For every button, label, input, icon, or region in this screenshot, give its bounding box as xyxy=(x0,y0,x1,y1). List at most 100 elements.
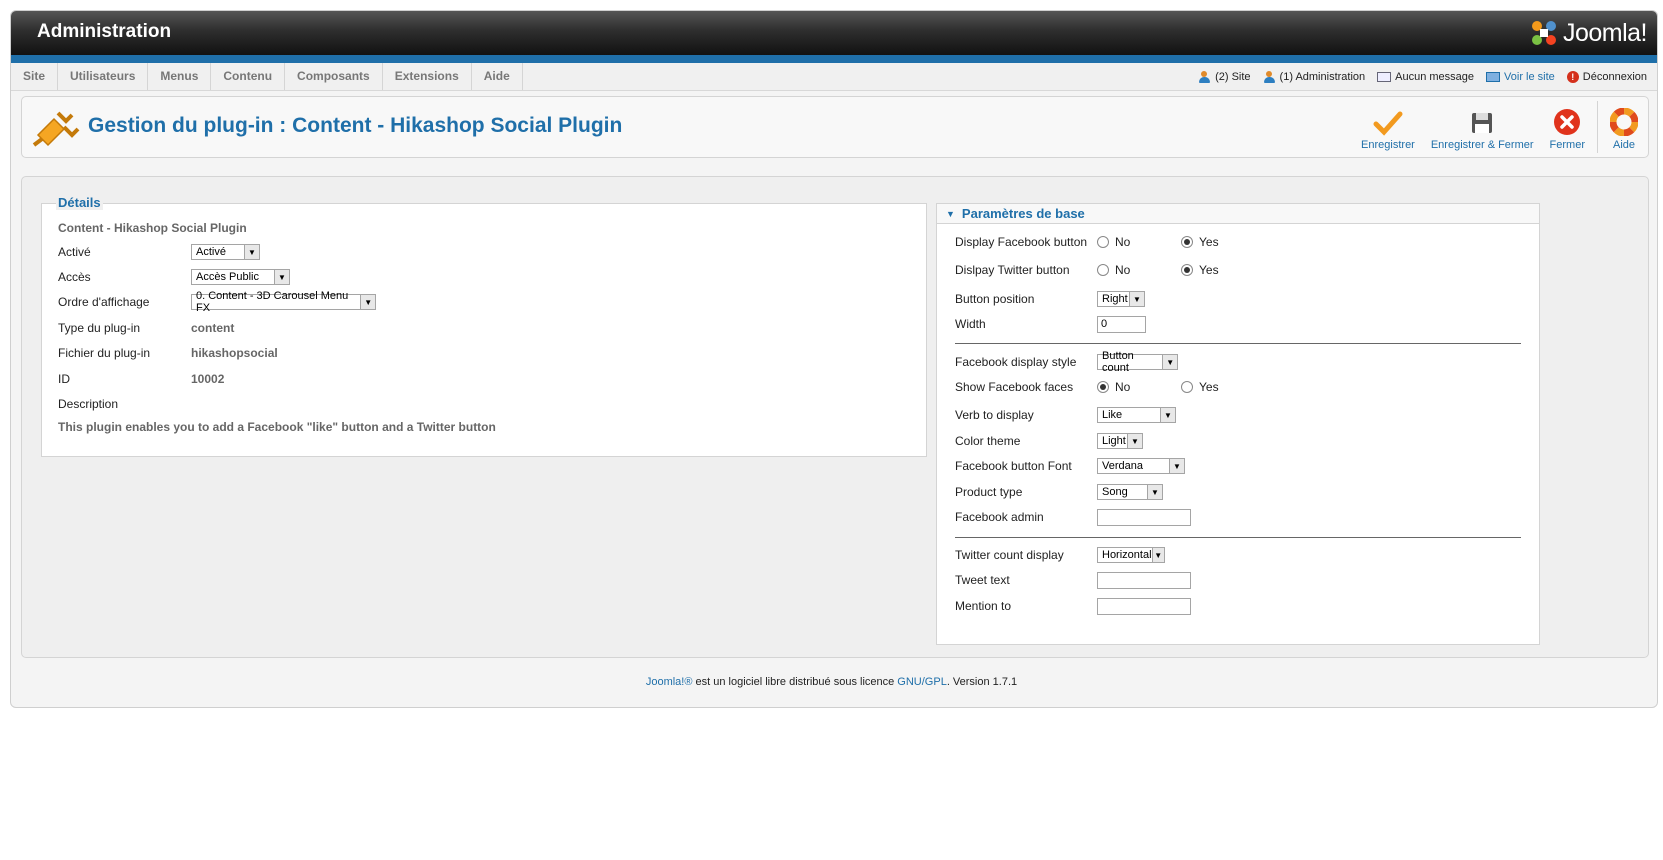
params-header-label: Paramètres de base xyxy=(961,206,1085,221)
color-theme-value: Light xyxy=(1102,435,1126,447)
ordering-select[interactable]: 0. Content - 3D Carousel Menu FX ▼ xyxy=(191,290,376,314)
twitter-count-select[interactable]: Horizontal ▼ xyxy=(1097,547,1165,563)
radio-checked-icon xyxy=(1097,381,1109,393)
admin-frame: Administration Joomla! Site Utilisateurs… xyxy=(10,10,1658,708)
params-header[interactable]: ▼ Paramètres de base xyxy=(937,204,1539,224)
fb-admin-input[interactable] xyxy=(1097,508,1191,526)
file-label: Fichier du plug-in xyxy=(58,346,151,360)
basic-params-panel: ▼ Paramètres de base Display Facebook bu… xyxy=(936,203,1540,645)
ordering-row: Ordre d'affichage 0. Content - 3D Carous… xyxy=(58,290,918,314)
mention-to-label: Mention to xyxy=(955,599,1012,613)
menu-item-content[interactable]: Contenu xyxy=(211,63,286,90)
admin-title: Administration xyxy=(37,21,172,42)
chevron-down-icon: ▼ xyxy=(274,270,289,284)
save-button[interactable]: Enregistrer xyxy=(1353,101,1423,151)
product-type-select[interactable]: Song ▼ xyxy=(1097,484,1163,500)
width-row: Width xyxy=(955,313,1146,335)
fb-font-label: Facebook button Font xyxy=(955,459,1072,473)
site-users-status[interactable]: (2) Site xyxy=(1198,70,1251,83)
close-icon xyxy=(1554,109,1581,135)
show-fb-faces-label: Show Facebook faces xyxy=(955,380,1074,394)
width-input[interactable] xyxy=(1097,315,1146,333)
menu-item-site[interactable]: Site xyxy=(11,63,59,90)
file-value: hikashopsocial xyxy=(191,346,278,360)
fb-admin-row: Facebook admin xyxy=(955,506,1191,528)
fb-font-select[interactable]: Verdana ▼ xyxy=(1097,458,1185,474)
menu-item-users[interactable]: Utilisateurs xyxy=(58,63,149,90)
verb-row: Verb to display Like ▼ xyxy=(955,404,1176,426)
product-type-label: Product type xyxy=(955,485,1023,499)
menu-bar: Site Utilisateurs Menus Contenu Composan… xyxy=(11,63,1657,91)
type-row: Type du plug-in content xyxy=(58,318,918,338)
show-fb-faces-yes[interactable]: Yes xyxy=(1181,380,1265,394)
messages-status[interactable]: Aucun message xyxy=(1377,71,1474,83)
chevron-down-icon: ▼ xyxy=(360,295,375,309)
menu-item-menus[interactable]: Menus xyxy=(148,63,212,90)
save-label: Enregistrer xyxy=(1361,139,1415,151)
logout-label: Déconnexion xyxy=(1582,70,1647,83)
description-row: Description xyxy=(58,394,918,414)
product-type-value: Song xyxy=(1102,486,1128,498)
verb-select[interactable]: Like ▼ xyxy=(1097,407,1176,423)
floppy-disk-icon xyxy=(1472,113,1493,133)
fb-display-style-select[interactable]: Button count ▼ xyxy=(1097,350,1178,374)
admin-users-status[interactable]: (1) Administration xyxy=(1263,70,1366,83)
logout-link[interactable]: ! Déconnexion xyxy=(1566,70,1647,83)
ordering-value: 0. Content - 3D Carousel Menu FX xyxy=(196,290,349,314)
save-close-button[interactable]: Enregistrer & Fermer xyxy=(1423,101,1542,151)
display-twitter-no[interactable]: No xyxy=(1097,263,1181,277)
enabled-select[interactable]: Activé ▼ xyxy=(191,244,260,260)
id-row: ID 10002 xyxy=(58,369,918,389)
show-fb-faces-row: Show Facebook faces No Yes xyxy=(955,376,1265,398)
access-select[interactable]: Accès Public ▼ xyxy=(191,269,290,285)
joomla-link[interactable]: Joomla!® xyxy=(646,676,693,688)
display-facebook-row: Display Facebook button No Yes xyxy=(955,231,1265,253)
details-fieldset: Détails Content - Hikashop Social Plugin… xyxy=(41,195,927,457)
show-fb-faces-no[interactable]: No xyxy=(1097,380,1181,394)
id-label: ID xyxy=(58,372,70,386)
toolbar-buttons: Enregistrer Enregistrer & Fermer Fermer xyxy=(1353,101,1646,153)
menu-item-help[interactable]: Aide xyxy=(472,63,523,90)
mention-to-input[interactable] xyxy=(1097,597,1191,615)
fb-display-style-value: Button count xyxy=(1102,350,1134,374)
view-site-label: Voir le site xyxy=(1504,70,1555,83)
menu-item-components[interactable]: Composants xyxy=(285,63,383,90)
status-bar: (2) Site (1) Administration Aucun messag… xyxy=(1186,63,1647,90)
chevron-down-icon: ▼ xyxy=(244,245,259,259)
display-facebook-no[interactable]: No xyxy=(1097,235,1181,249)
radio-icon xyxy=(1181,381,1193,393)
radio-label: Yes xyxy=(1199,263,1219,277)
radio-checked-icon xyxy=(1181,236,1193,248)
users-icon xyxy=(1198,70,1211,83)
site-users-count: (2) Site xyxy=(1215,70,1251,83)
radio-icon xyxy=(1097,264,1109,276)
messages-count: Aucun message xyxy=(1395,70,1475,83)
radio-label: Yes xyxy=(1199,380,1219,394)
color-theme-row: Color theme Light ▼ xyxy=(955,430,1143,452)
button-position-select[interactable]: Right ▼ xyxy=(1097,291,1145,307)
color-theme-select[interactable]: Light ▼ xyxy=(1097,433,1143,449)
admin-users-count: (1) Administration xyxy=(1279,70,1366,83)
chevron-down-icon: ▼ xyxy=(1162,355,1177,369)
display-twitter-yes[interactable]: Yes xyxy=(1181,263,1265,277)
fb-admin-label: Facebook admin xyxy=(955,510,1044,524)
help-button[interactable]: Aide xyxy=(1602,101,1646,151)
section-divider xyxy=(955,343,1521,344)
checkmark-icon xyxy=(1373,111,1403,136)
product-type-row: Product type Song ▼ xyxy=(955,481,1163,503)
lifebuoy-icon xyxy=(1610,108,1638,136)
display-facebook-yes[interactable]: Yes xyxy=(1181,235,1265,249)
enabled-value: Activé xyxy=(196,246,226,258)
view-site-link[interactable]: Voir le site xyxy=(1486,71,1555,83)
tweet-text-row: Tweet text xyxy=(955,569,1191,591)
footer: Joomla!® est un logiciel libre distribué… xyxy=(0,676,1663,688)
tweet-text-input[interactable] xyxy=(1097,571,1191,589)
menu-item-extensions[interactable]: Extensions xyxy=(383,63,472,90)
license-link[interactable]: GNU/GPL xyxy=(897,676,947,688)
twitter-count-value: Horizontal xyxy=(1102,549,1152,561)
section-divider xyxy=(955,537,1521,538)
type-value: content xyxy=(191,321,235,335)
button-position-value: Right xyxy=(1102,293,1128,305)
fb-display-style-label: Facebook display style xyxy=(955,355,1077,369)
close-button[interactable]: Fermer xyxy=(1542,101,1593,151)
